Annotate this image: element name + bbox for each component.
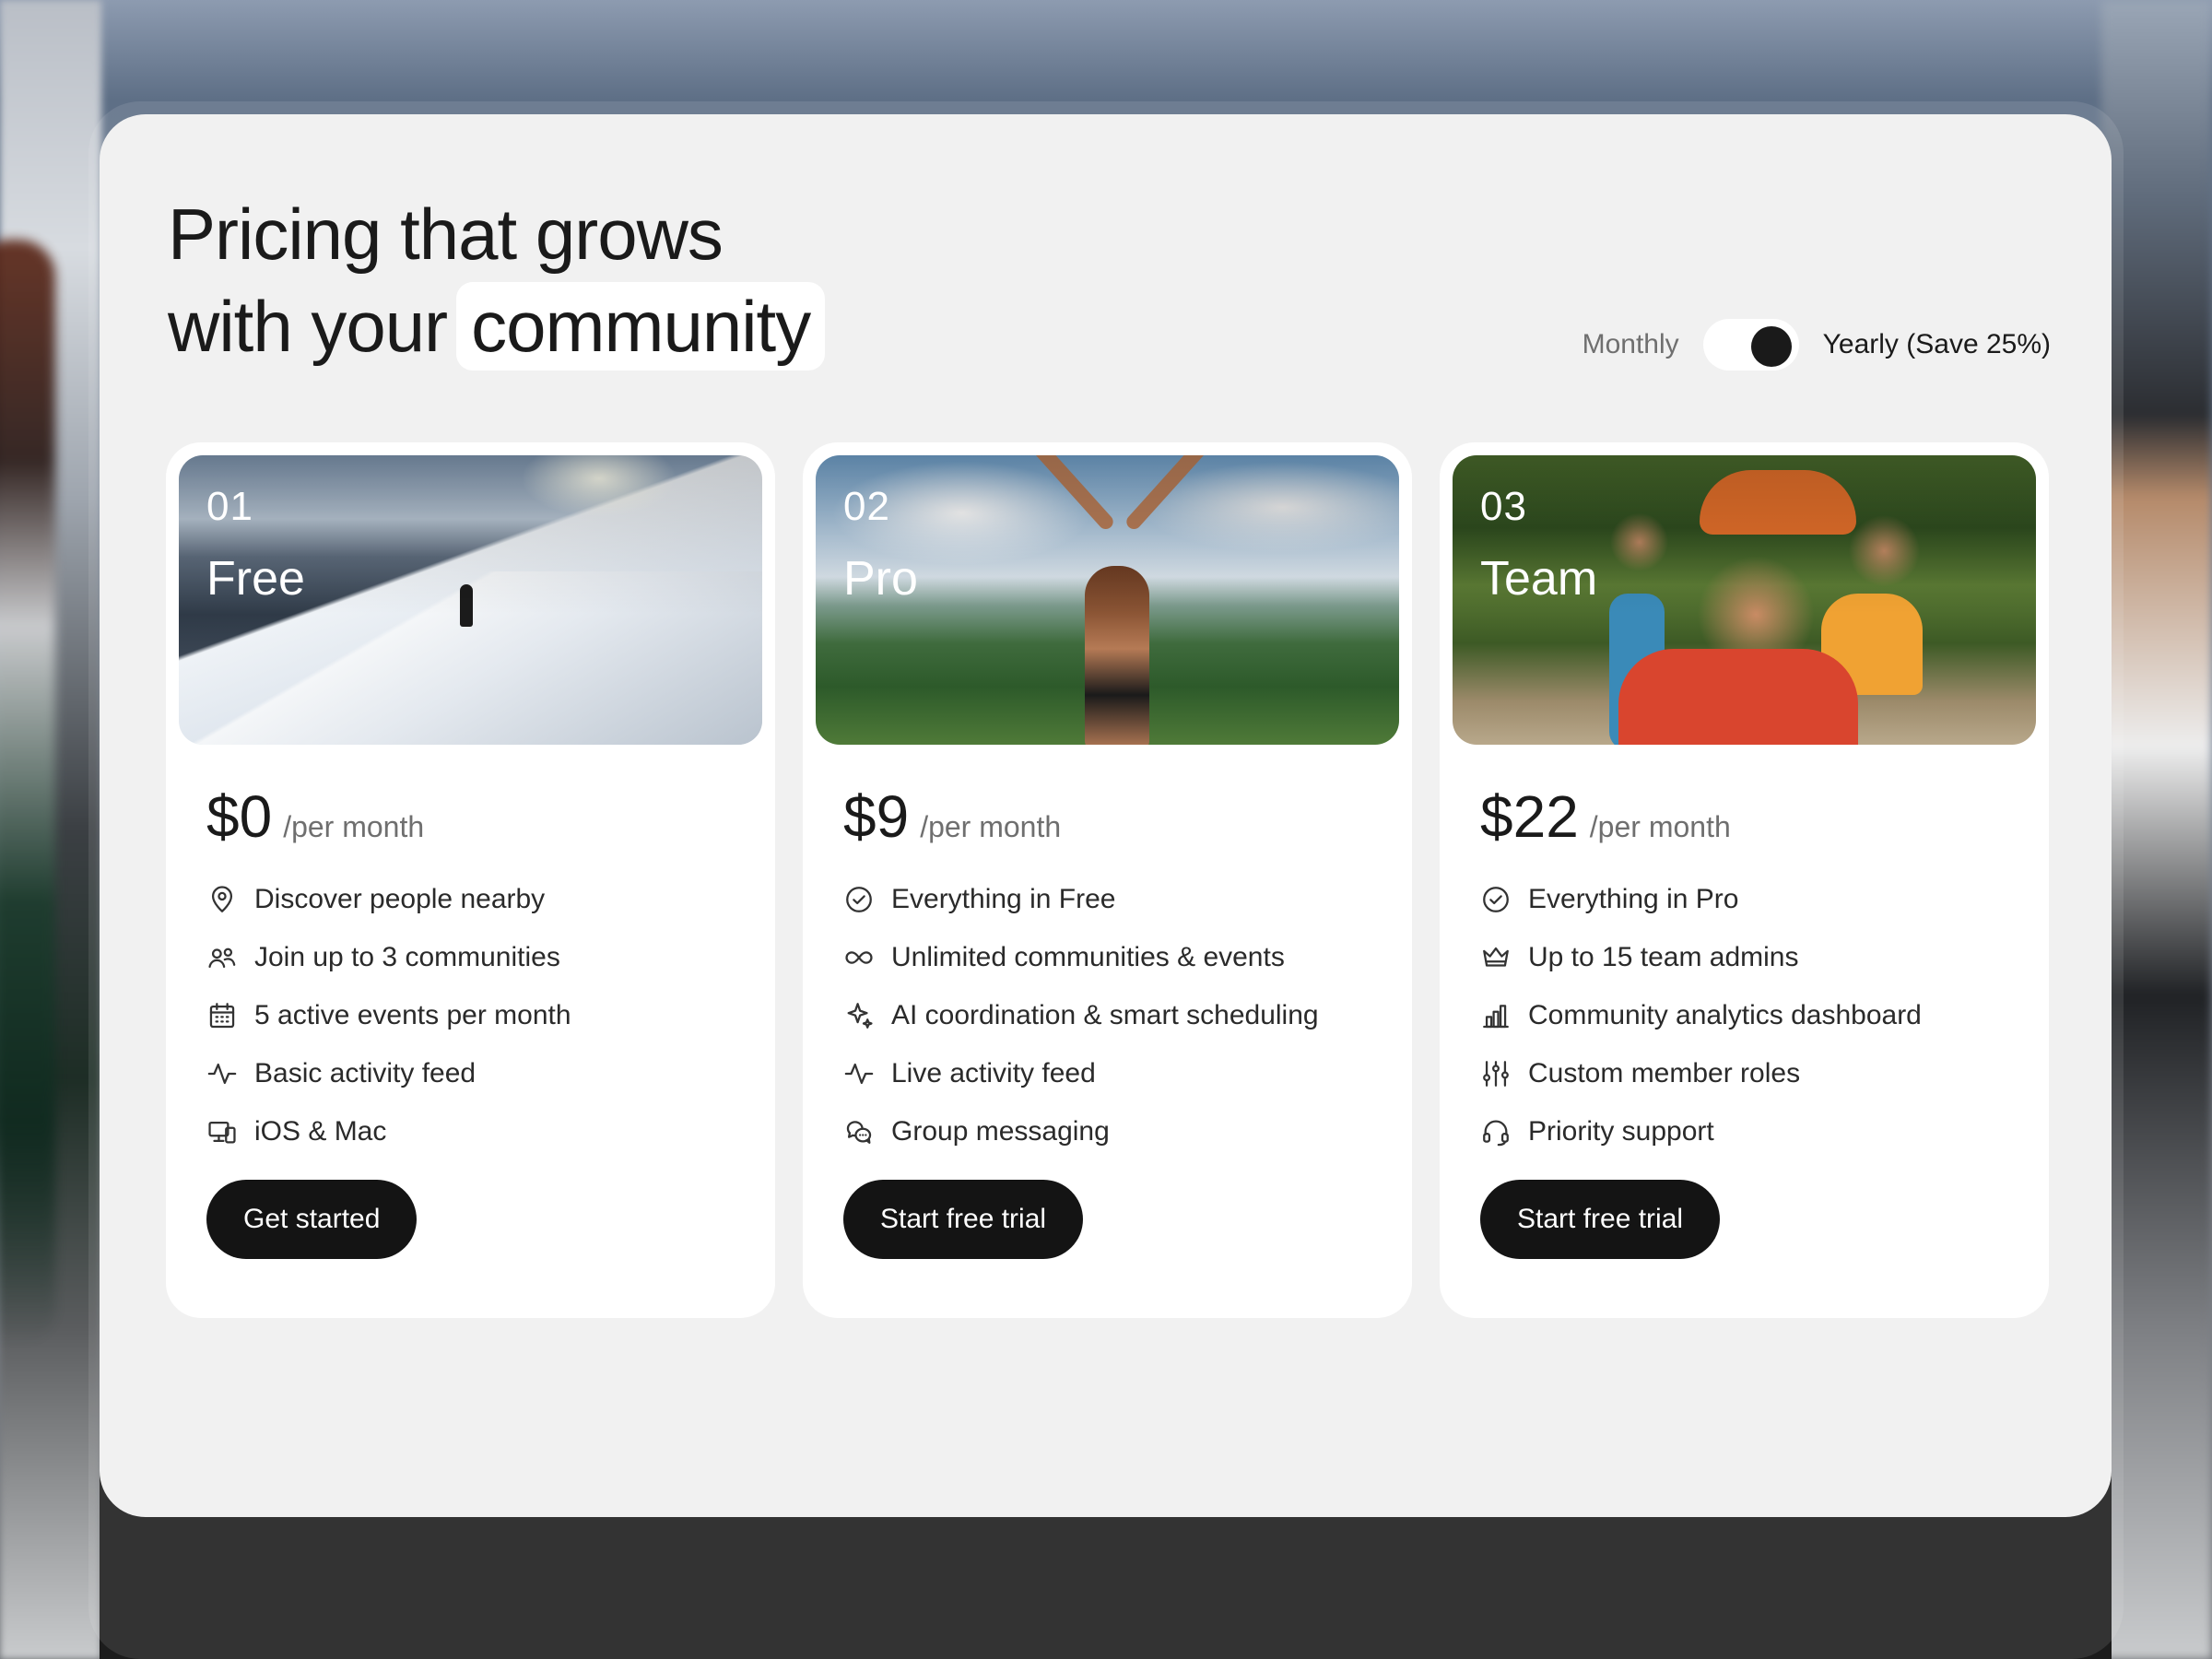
feature-item: Up to 15 team admins <box>1480 928 2036 986</box>
yearly-label[interactable]: Yearly (Save 25%) <box>1823 329 2051 360</box>
plan-card-pro: 02 Pro $9 /per month Everything in Free … <box>803 442 1412 1318</box>
plan-number: 03 <box>1480 484 1527 529</box>
plan-price: $9 <box>843 783 910 850</box>
feature-text: Join up to 3 communities <box>254 941 560 972</box>
feature-text: Everything in Pro <box>1528 883 1739 914</box>
plan-image-mountain: 01 Free <box>179 455 762 745</box>
plan-number: 01 <box>206 484 253 529</box>
feature-text: Everything in Free <box>891 883 1116 914</box>
start-free-trial-button[interactable]: Start free trial <box>843 1180 1084 1259</box>
plan-number: 02 <box>843 484 890 529</box>
headset-icon <box>1480 1116 1512 1147</box>
billing-toggle: Monthly Yearly (Save 25%) <box>1583 319 2051 371</box>
price-period: /per month <box>1589 810 1731 843</box>
feature-item: 5 active events per month <box>206 986 762 1044</box>
plan-card-free: 01 Free $0 /per month Discover people ne… <box>166 442 775 1318</box>
plan-price: $0 <box>206 783 273 850</box>
feature-text: iOS & Mac <box>254 1115 387 1147</box>
title-line-1: Pricing that grows <box>168 194 724 275</box>
price-period: /per month <box>920 810 1062 843</box>
feature-item: Join up to 3 communities <box>206 928 762 986</box>
feature-item: iOS & Mac <box>206 1102 762 1160</box>
title-line-2-prefix: with your <box>168 286 448 367</box>
plan-card-team: 03 Team $22 /per month Everything in Pro… <box>1440 442 2049 1318</box>
feature-item: Custom member roles <box>1480 1044 2036 1102</box>
feature-list: Discover people nearby Join up to 3 comm… <box>206 870 762 1160</box>
feature-list: Everything in Pro Up to 15 team admins C… <box>1480 870 2036 1160</box>
feature-text: Group messaging <box>891 1115 1110 1147</box>
billing-switch[interactable] <box>1702 319 1799 371</box>
feature-text: Live activity feed <box>891 1057 1096 1088</box>
check-circle-icon <box>843 884 875 915</box>
price-row: $9 /per month <box>843 783 1399 850</box>
page-title: Pricing that grows with your community <box>168 188 826 372</box>
feature-item: Community analytics dashboard <box>1480 986 2036 1044</box>
chat-bubbles-icon <box>843 1116 875 1147</box>
title-highlight: community <box>456 282 826 371</box>
calendar-icon <box>206 1000 238 1031</box>
get-started-button[interactable]: Get started <box>206 1180 418 1259</box>
feature-item: Discover people nearby <box>206 870 762 928</box>
plan-name: Free <box>206 552 305 606</box>
feature-text: Custom member roles <box>1528 1057 1801 1088</box>
sliders-icon <box>1480 1058 1512 1089</box>
price-row: $0 /per month <box>206 783 762 850</box>
switch-knob <box>1750 326 1792 367</box>
plan-image-summit: 02 Pro <box>816 455 1399 745</box>
feature-item: Unlimited communities & events <box>843 928 1399 986</box>
feature-text: Up to 15 team admins <box>1528 941 1799 972</box>
feature-item: Everything in Free <box>843 870 1399 928</box>
crown-icon <box>1480 942 1512 973</box>
location-pin-icon <box>206 884 238 915</box>
start-free-trial-button[interactable]: Start free trial <box>1480 1180 1721 1259</box>
plan-name: Pro <box>843 552 918 606</box>
feature-text: AI coordination & smart scheduling <box>891 999 1319 1030</box>
plan-name: Team <box>1480 552 1598 606</box>
price-period: /per month <box>283 810 425 843</box>
feature-item: Everything in Pro <box>1480 870 2036 928</box>
sparkle-icon <box>843 1000 875 1031</box>
title-line-2: with your community <box>168 280 826 372</box>
feature-item: Basic activity feed <box>206 1044 762 1102</box>
feature-text: Discover people nearby <box>254 883 546 914</box>
check-circle-icon <box>1480 884 1512 915</box>
users-icon <box>206 942 238 973</box>
price-row: $22 /per month <box>1480 783 2036 850</box>
devices-icon <box>206 1116 238 1147</box>
plan-price: $22 <box>1480 783 1579 850</box>
feature-text: Community analytics dashboard <box>1528 999 1922 1030</box>
background-runner-blur <box>0 240 55 1346</box>
plan-image-group-hikers: 03 Team <box>1453 455 2036 745</box>
feature-item: Live activity feed <box>843 1044 1399 1102</box>
feature-text: 5 active events per month <box>254 999 571 1030</box>
feature-item: Group messaging <box>843 1102 1399 1160</box>
activity-icon <box>843 1058 875 1089</box>
infinity-icon <box>843 942 875 973</box>
feature-item: Priority support <box>1480 1102 2036 1160</box>
feature-text: Basic activity feed <box>254 1057 477 1088</box>
activity-icon <box>206 1058 238 1089</box>
bar-chart-icon <box>1480 1000 1512 1031</box>
monthly-label[interactable]: Monthly <box>1583 329 1679 360</box>
feature-text: Priority support <box>1528 1115 1714 1147</box>
pricing-panel: Pricing that grows with your community Mo… <box>100 114 2112 1517</box>
feature-list: Everything in Free Unlimited communities… <box>843 870 1399 1160</box>
plan-cards: 01 Free $0 /per month Discover people ne… <box>166 442 2049 1318</box>
feature-text: Unlimited communities & events <box>891 941 1285 972</box>
feature-item: AI coordination & smart scheduling <box>843 986 1399 1044</box>
